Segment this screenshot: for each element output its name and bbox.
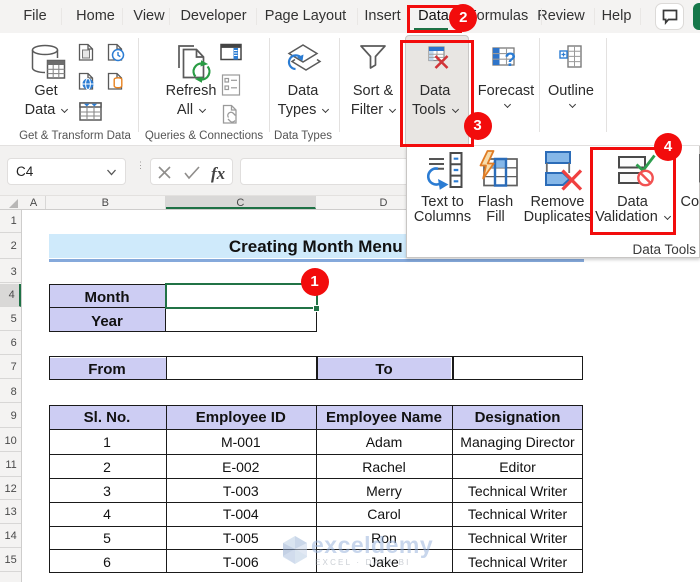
svg-text:?: ?: [505, 50, 517, 71]
svg-text:fx: fx: [211, 164, 226, 183]
